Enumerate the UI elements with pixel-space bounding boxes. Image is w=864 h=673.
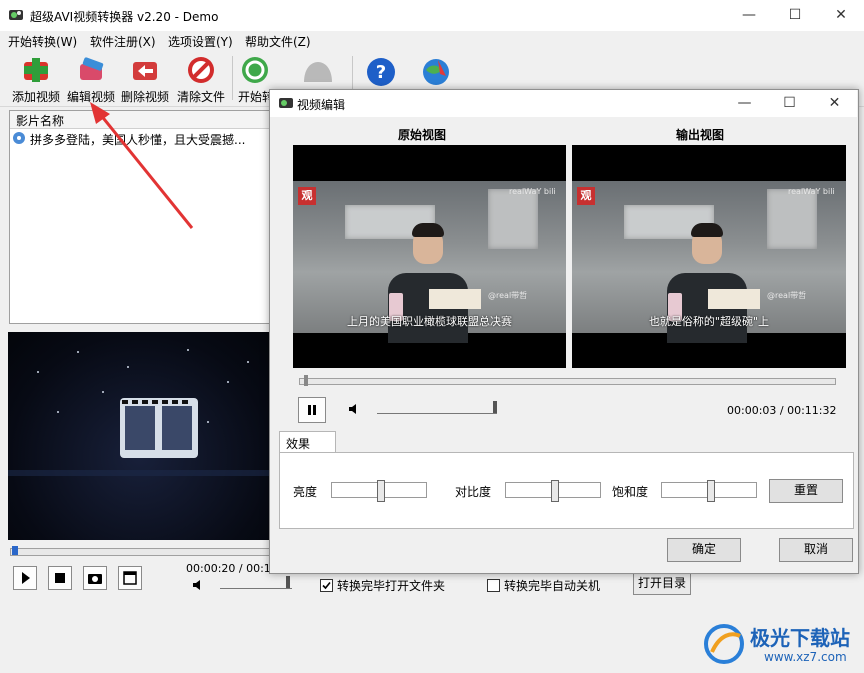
saturation-thumb[interactable] — [707, 480, 715, 502]
fullscreen-button[interactable] — [118, 566, 142, 590]
contrast-label: 对比度 — [455, 485, 492, 499]
snapshot-button[interactable] — [83, 566, 107, 590]
main-seek-bar[interactable] — [10, 546, 274, 556]
menu-register[interactable]: 软件注册(X) — [90, 33, 156, 50]
site-logo-icon — [704, 624, 744, 664]
add-video-label: 添加视频 — [11, 90, 60, 104]
volume-slider[interactable] — [220, 576, 292, 589]
open-folder-checkbox[interactable] — [320, 579, 333, 592]
stop-icon[interactable] — [300, 56, 336, 91]
video-file-icon — [13, 132, 25, 144]
open-directory-button[interactable]: 打开目录 — [633, 572, 691, 595]
edit-video-button[interactable]: 编辑视频 — [65, 54, 117, 104]
tab-effects[interactable]: 效果 — [279, 431, 336, 454]
seek-thumb[interactable] — [12, 546, 18, 555]
column-movie-name: 影片名称 — [16, 114, 65, 128]
camera-icon — [88, 574, 102, 584]
site-name: 极光下载站 — [750, 626, 850, 650]
contrast-thumb[interactable] — [551, 480, 559, 502]
start-convert-button[interactable]: 开始转 — [238, 54, 275, 104]
ok-button[interactable]: 确定 — [667, 538, 741, 562]
output-view-heading: 输出视图 — [676, 128, 725, 142]
video-watermark: @real带哲 — [767, 291, 807, 300]
menu-help[interactable]: 帮助文件(Z) — [245, 33, 311, 50]
cancel-button[interactable]: 取消 — [779, 538, 853, 562]
clear-files-icon — [184, 54, 218, 86]
menu-options[interactable]: 选项设置(Y) — [168, 33, 233, 50]
toolbar-separator — [232, 56, 233, 100]
dialog-playback-time: 00:00:03 / 00:11:32 — [727, 404, 837, 417]
volume-icon — [193, 580, 200, 590]
video-preview — [8, 332, 272, 540]
dialog-volume-icon — [349, 404, 356, 414]
site-url: www.xz7.com — [764, 650, 847, 664]
video-top-watermark: realWaY bili — [788, 187, 835, 196]
volume-thumb[interactable] — [286, 576, 290, 588]
delete-video-button[interactable]: 删除视频 — [119, 54, 171, 104]
close-button[interactable]: ✕ — [818, 0, 864, 31]
stop-button[interactable] — [48, 566, 72, 590]
delete-video-icon — [128, 54, 162, 86]
video-channel-logo: 观 — [298, 187, 316, 205]
video-channel-logo: 观 — [577, 187, 595, 205]
dialog-logo-icon — [279, 98, 293, 108]
auto-shutdown-checkbox[interactable] — [487, 579, 500, 592]
checkmark-icon — [322, 581, 331, 590]
original-view-heading: 原始视图 — [398, 128, 447, 142]
web-globe-icon[interactable] — [420, 56, 452, 91]
reset-button[interactable]: 重置 — [769, 479, 843, 503]
auto-shutdown-label: 转换完毕自动关机 — [504, 579, 601, 593]
add-video-icon — [19, 54, 53, 86]
add-video-button[interactable]: 添加视频 — [10, 54, 62, 104]
original-video-frame: 观 realWaY bili @real带哲 上月的美国职业橄榄球联盟总决赛 — [293, 145, 566, 368]
dialog-seek-bar[interactable] — [299, 375, 836, 386]
annotation-arrow-icon — [90, 102, 194, 229]
pause-button[interactable] — [298, 397, 326, 423]
window-title: 超级AVI视频转换器 v2.20 - Demo — [30, 10, 219, 24]
help-icon[interactable]: ? — [365, 56, 397, 91]
output-video-frame: 观 realWaY bili @real带哲 也就是俗称的"超级碗"上 — [572, 145, 846, 368]
brightness-thumb[interactable] — [377, 480, 385, 502]
tab-effects-label: 效果 — [286, 437, 311, 451]
start-convert-label: 开始转 — [238, 90, 275, 104]
dialog-minimize-button[interactable]: — — [722, 90, 767, 117]
video-top-watermark: realWaY bili — [509, 187, 556, 196]
svg-text:?: ? — [376, 62, 386, 83]
dialog-title: 视频编辑 — [297, 98, 346, 112]
stop-square-icon — [55, 573, 65, 583]
play-icon — [22, 572, 30, 584]
maximize-button[interactable]: ☐ — [772, 0, 818, 31]
video-scene — [572, 181, 846, 343]
window-icon — [123, 571, 137, 585]
clear-files-button[interactable]: 清除文件 — [174, 54, 228, 104]
edit-video-icon — [74, 54, 108, 86]
brightness-label: 亮度 — [293, 485, 318, 499]
dialog-volume-thumb[interactable] — [493, 401, 497, 413]
saturation-label: 饱和度 — [612, 485, 649, 499]
dialog-maximize-button[interactable]: ☐ — [767, 90, 812, 117]
video-scene — [293, 181, 566, 343]
open-folder-label: 转换完毕打开文件夹 — [337, 579, 446, 593]
dialog-seek-thumb[interactable] — [304, 375, 308, 386]
video-subtitle: 也就是俗称的"超级碗"上 — [648, 315, 770, 328]
video-subtitle: 上月的美国职业橄榄球联盟总决赛 — [347, 315, 512, 328]
video-watermark: @real带哲 — [488, 291, 528, 300]
app-logo-icon — [8, 7, 24, 23]
dialog-volume-slider[interactable] — [377, 401, 497, 414]
film-reel-icon — [8, 349, 272, 476]
start-convert-icon — [238, 54, 272, 86]
dialog-close-button[interactable]: ✕ — [812, 90, 857, 117]
pause-icon — [308, 405, 316, 415]
menu-start-convert[interactable]: 开始转换(W) — [8, 33, 77, 50]
site-watermark: 极光下载站 www.xz7.com — [702, 620, 860, 668]
minimize-button[interactable]: — — [726, 0, 772, 31]
play-button[interactable] — [13, 566, 37, 590]
